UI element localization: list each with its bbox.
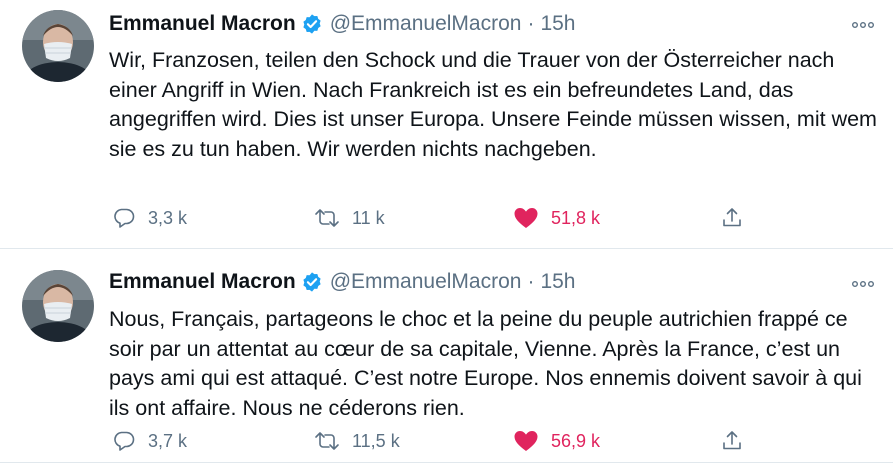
tweet[interactable]: Emmanuel Macron @EmmanuelMacron · 15h No… [0,249,893,463]
tweet-timestamp[interactable]: 15h [540,12,575,36]
reply-button[interactable]: 3,3 k [112,206,187,230]
separator-dot: · [527,12,535,35]
tweet-actions: 3,7 k 11,5 k 56,9 k [0,429,893,459]
retweet-count: 11,5 k [352,430,400,451]
retweet-button[interactable]: 11 k [314,206,385,230]
share-icon [723,208,741,227]
more-icon[interactable] [851,279,875,289]
retweet-icon [315,432,339,450]
like-count: 56,9 k [551,430,601,451]
avatar[interactable] [22,10,94,82]
like-button[interactable]: 56,9 k [513,429,600,453]
heart-icon [514,208,538,228]
author-name[interactable]: Emmanuel Macron [109,270,296,294]
author-name[interactable]: Emmanuel Macron [109,12,296,36]
tweet[interactable]: Emmanuel Macron @EmmanuelMacron · 15h Wi… [0,0,893,249]
retweet-button[interactable]: 11,5 k [314,429,400,453]
share-button[interactable] [720,206,756,230]
tweet-text: Nous, Français, partageons le choc et la… [109,307,862,420]
tweet-header: Emmanuel Macron @EmmanuelMacron · 15h [109,267,575,297]
share-icon [723,431,741,450]
verified-badge-icon [303,14,321,34]
tweet-actions: 3,3 k 11 k 51,8 k [0,206,893,236]
heart-icon [514,431,538,451]
reply-icon [114,208,135,228]
tweet-text: Wir, Franzosen, teilen den Schock und di… [109,48,877,161]
tweet-header: Emmanuel Macron @EmmanuelMacron · 15h [109,9,575,39]
separator-dot: · [527,270,535,293]
like-count: 51,8 k [551,207,601,228]
reply-icon [114,431,135,451]
like-button[interactable]: 51,8 k [513,206,600,230]
retweet-count: 11 k [352,207,385,228]
verified-badge-icon [303,272,321,292]
retweet-icon [315,209,339,227]
reply-count: 3,3 k [148,207,188,228]
reply-button[interactable]: 3,7 k [112,429,187,453]
share-button[interactable] [720,429,756,453]
more-icon[interactable] [851,20,875,30]
author-handle[interactable]: @EmmanuelMacron [330,12,522,36]
reply-count: 3,7 k [148,430,188,451]
tweet-timestamp[interactable]: 15h [540,270,575,294]
avatar[interactable] [22,270,94,342]
author-handle[interactable]: @EmmanuelMacron [330,270,522,294]
